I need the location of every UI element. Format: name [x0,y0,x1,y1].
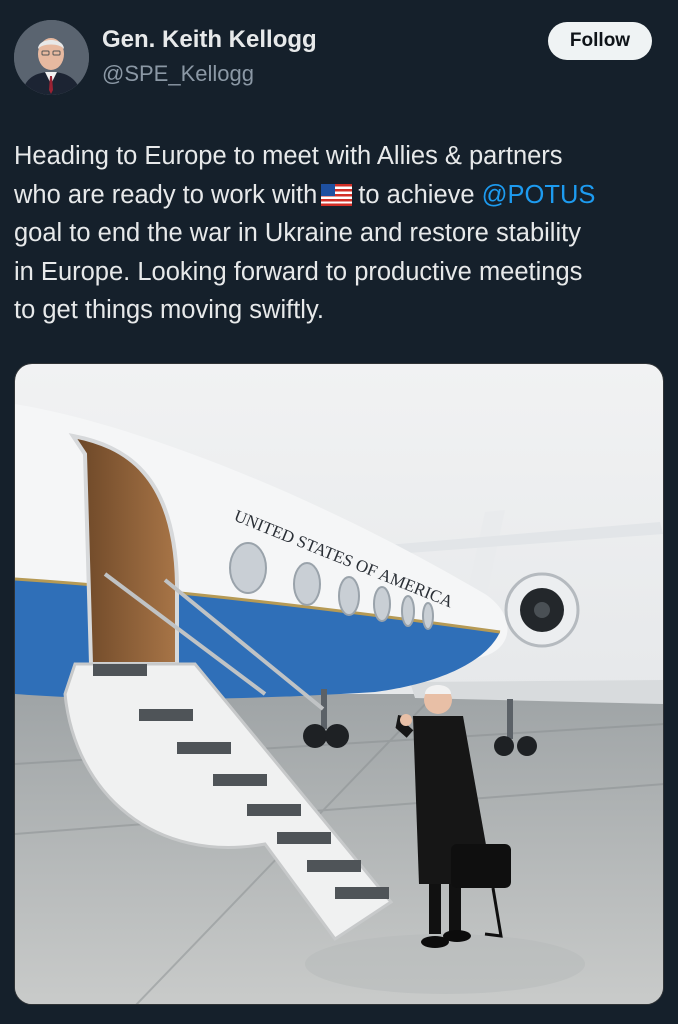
tweet-line-1: Heading to Europe to meet with Allies & … [14,142,563,170]
airplane-photo-image: UNITED STATES OF AMERICA [15,364,663,1004]
avatar[interactable] [14,20,89,95]
follow-button[interactable]: Follow [548,22,652,60]
tweet-line-2: who are ready to work with to achieve @P… [14,176,670,215]
tweet-header: Gen. Keith Kellogg @SPE_Kellogg Follow [0,0,678,110]
author-name[interactable]: Gen. Keith Kellogg [102,26,317,54]
tweet-line-5: to get things moving swiftly. [14,296,324,324]
tweet-line-2-start: who are ready to work with [14,180,318,209]
potus-mention-link[interactable]: @POTUS [482,181,596,209]
tweet-line-2-end: to achieve [358,180,475,209]
tweet-line-3: goal to end the war in Ukraine and resto… [14,219,581,247]
tweet-line-4: in Europe. Looking forward to productive… [14,257,583,286]
tweet-text: Heading to Europe to meet with Allies & … [14,137,670,330]
tweet-photo[interactable]: UNITED STATES OF AMERICA [14,363,664,1005]
profile-photo-icon [14,20,89,95]
us-flag-icon [321,183,353,206]
author-handle[interactable]: @SPE_Kellogg [102,61,254,87]
